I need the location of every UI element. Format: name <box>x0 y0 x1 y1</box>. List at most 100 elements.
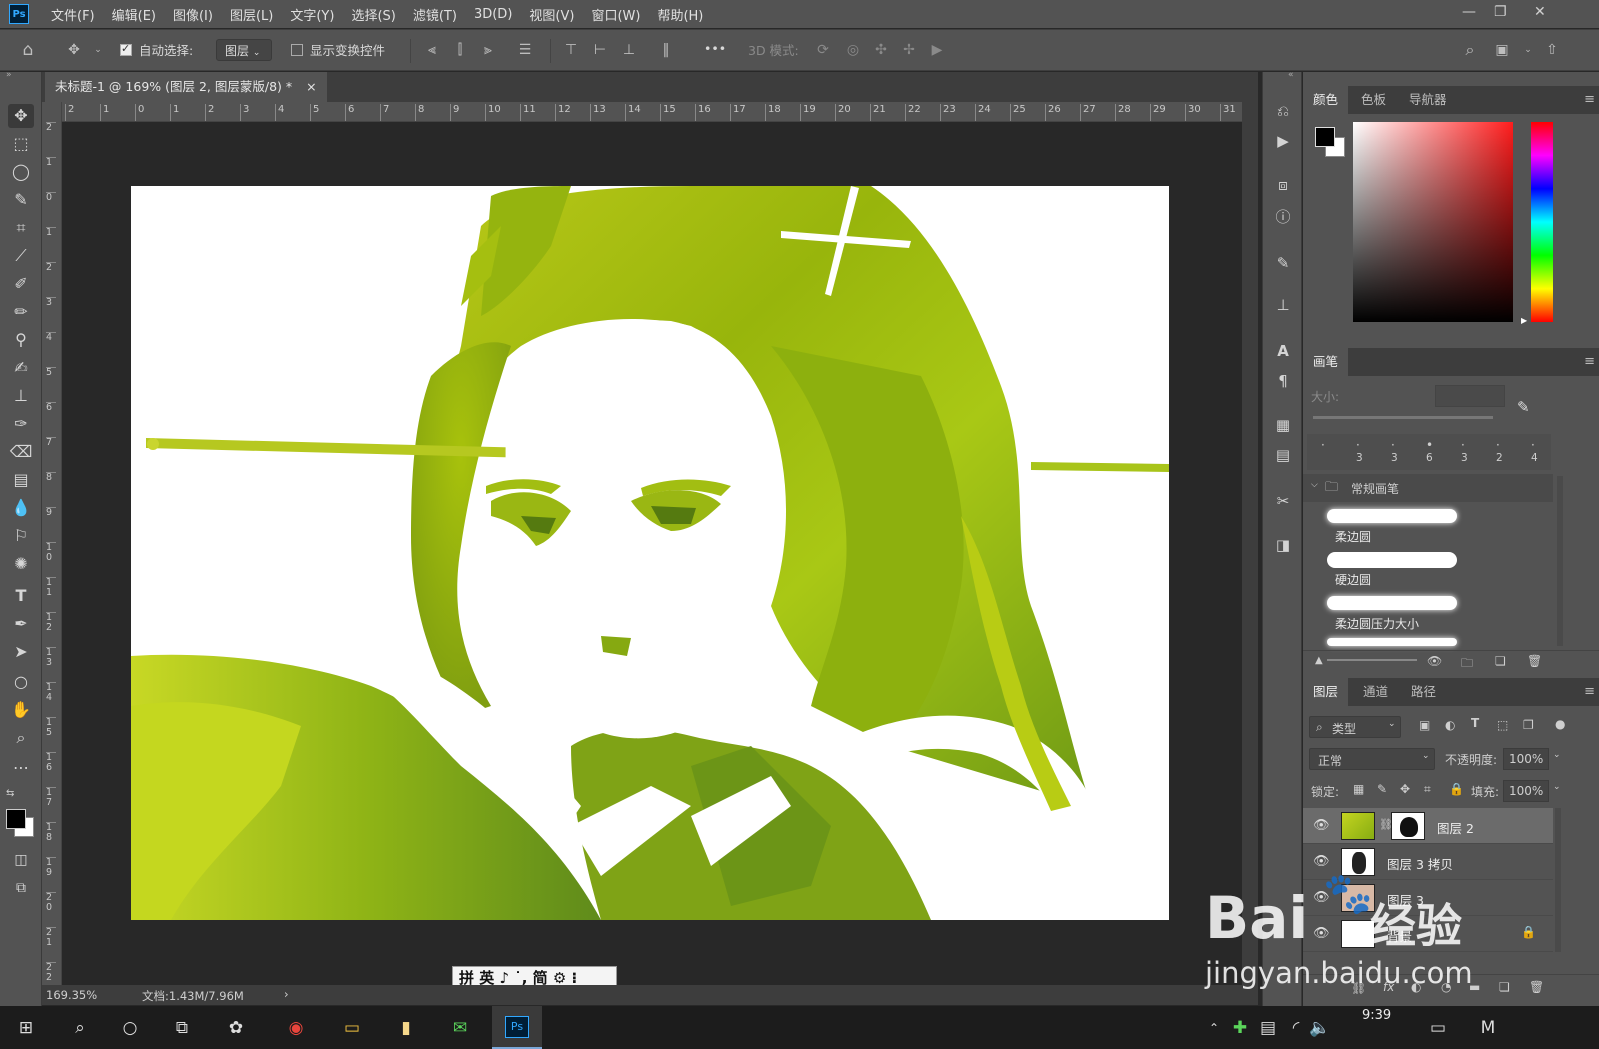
search-icon[interactable]: ⌕ <box>1462 42 1478 58</box>
visibility-eye-icon[interactable]: 👁 <box>1313 890 1330 905</box>
layer-row-layer2[interactable]: 👁 ⛓ 图层 2 <box>1303 808 1553 844</box>
filter-shape-icon[interactable]: ⬚ <box>1497 718 1508 732</box>
menu-type[interactable]: 文字(Y) <box>290 5 334 24</box>
home-icon[interactable]: ⌂ <box>20 42 36 59</box>
align-hcenter-icon[interactable]: ⫿ <box>452 42 468 58</box>
link-layers-icon[interactable]: ⛓ <box>1351 981 1366 995</box>
recent-brush-1[interactable]: · 3 <box>1342 434 1377 470</box>
chevron-down-icon[interactable]: ⌄ <box>1553 750 1561 760</box>
tab-layers[interactable]: 图层 <box>1303 678 1349 706</box>
layer-row-background[interactable]: 👁 背景 🔒 <box>1303 916 1553 952</box>
share-icon[interactable]: ⇧ <box>1544 42 1560 58</box>
collapse-icon[interactable]: « <box>1288 70 1294 80</box>
recent-brush-0[interactable]: · <box>1307 434 1342 470</box>
brush-preview-pressure[interactable] <box>1327 596 1457 610</box>
align-left-icon[interactable]: ⫷ <box>424 42 440 58</box>
info-icon[interactable]: ⓘ <box>1272 206 1294 228</box>
layers-scrollbar[interactable] <box>1555 808 1561 952</box>
status-menu-arrow[interactable]: › <box>284 987 289 1001</box>
windows-start-icon[interactable]: ⊞ <box>12 1014 40 1042</box>
chevron-down-icon[interactable]: ⌵ <box>1311 480 1318 490</box>
history-brush-tool-icon[interactable]: ✍ <box>8 356 34 380</box>
restore-icon[interactable]: ❐ <box>1494 4 1507 20</box>
quick-select-tool-icon[interactable]: ✎ <box>8 188 34 212</box>
brush-name-soft-round-pressure[interactable]: 柔边圆压力大小 <box>1335 615 1419 632</box>
trash-icon[interactable]: 🗑 <box>1527 654 1542 668</box>
hue-pointer-icon[interactable]: ▶ <box>1521 316 1527 325</box>
filter-toggle-icon[interactable]: ● <box>1555 717 1565 731</box>
layer-filter-dropdown[interactable]: ⌕ 类型 ⌄ <box>1309 716 1401 738</box>
document-tab[interactable]: 未标题-1 @ 169% (图层 2, 图层蒙版/8) * × <box>45 72 327 102</box>
chevron-down-icon[interactable]: ⌄ <box>90 42 106 58</box>
preview-slider[interactable] <box>1327 659 1417 661</box>
show-transform-checkbox[interactable] <box>291 44 303 56</box>
menu-help[interactable]: 帮助(H) <box>657 5 703 24</box>
search-icon[interactable]: ⌕ <box>66 1014 94 1042</box>
menu-window[interactable]: 窗口(W) <box>591 5 640 24</box>
tab-channels[interactable]: 通道 <box>1353 678 1398 706</box>
layer-row-layer3[interactable]: 👁 图层 3 <box>1303 880 1553 916</box>
history-icon[interactable]: ⎌ <box>1272 100 1294 122</box>
menu-image[interactable]: 图像(I) <box>173 5 213 24</box>
align-top-icon[interactable]: ⊤ <box>563 42 579 58</box>
move-tool-preset-icon[interactable]: ✥ <box>66 42 82 58</box>
filter-type-icon[interactable]: T <box>1471 716 1479 730</box>
lock-pixels-icon[interactable]: ✎ <box>1377 782 1387 796</box>
tool-presets-icon[interactable]: ✂ <box>1272 490 1294 512</box>
tab-swatches[interactable]: 色板 <box>1351 86 1396 114</box>
recent-brush-4[interactable]: · 3 <box>1447 434 1482 470</box>
vertical-scrollbar[interactable] <box>1242 102 1258 985</box>
menu-select[interactable]: 选择(S) <box>351 5 395 24</box>
color-picker-field[interactable] <box>1353 122 1513 322</box>
eyedropper-tool-icon[interactable]: ⟋ <box>8 244 34 268</box>
layer-name[interactable]: 图层 2 <box>1437 818 1474 837</box>
character-icon[interactable]: A <box>1272 340 1294 362</box>
dodge-tool-icon[interactable]: ⚐ <box>8 524 34 548</box>
brush-name-soft-round[interactable]: 柔边圆 <box>1335 528 1371 545</box>
3d-pan-icon[interactable]: ✣ <box>873 42 889 58</box>
type-tool-icon[interactable]: T <box>8 584 34 608</box>
artwork-canvas[interactable] <box>131 186 1169 920</box>
chevron-down-icon[interactable]: ⌄ <box>1520 42 1536 58</box>
marquee-tool-icon[interactable]: ⬚ <box>8 132 34 156</box>
brush-name-hard-round[interactable]: 硬边圆 <box>1335 571 1371 588</box>
layer-name[interactable]: 图层 3 拷贝 <box>1387 854 1453 873</box>
visibility-eye-icon[interactable]: 👁 <box>1313 926 1330 941</box>
panel-menu-icon[interactable]: ≡ <box>1584 92 1595 107</box>
opacity-input[interactable]: 100% <box>1503 748 1549 770</box>
screen-mode-icon[interactable]: ⧉ <box>8 876 34 900</box>
toggle-visibility-icon[interactable]: 👁 <box>1427 654 1442 668</box>
3d-panel-icon[interactable]: ⧈ <box>1272 174 1294 196</box>
lock-all-icon[interactable]: 🔒 <box>1449 782 1464 796</box>
brush-settings-icon[interactable]: ✎ <box>1272 252 1294 274</box>
lock-transparent-icon[interactable]: ▦ <box>1353 782 1364 796</box>
cortana-icon[interactable]: ○ <box>116 1014 144 1042</box>
brush-size-input[interactable] <box>1435 385 1505 407</box>
clock-time[interactable]: 9:39 <box>1362 1008 1391 1023</box>
new-group-icon[interactable]: ▬ <box>1469 980 1480 994</box>
visibility-eye-icon[interactable]: 👁 <box>1313 854 1330 869</box>
recent-brush-5[interactable]: · 2 <box>1482 434 1517 470</box>
collapse-icon[interactable]: » <box>6 70 12 80</box>
minimize-icon[interactable]: — <box>1462 4 1476 20</box>
menu-3d[interactable]: 3D(D) <box>474 7 512 22</box>
blend-mode-dropdown[interactable]: 正常 ⌄ <box>1309 748 1435 770</box>
auto-select-checkbox[interactable] <box>120 42 132 56</box>
3d-slide-icon[interactable]: ✢ <box>901 42 917 58</box>
quick-mask-icon[interactable]: ◫ <box>8 848 34 872</box>
distribute-icon[interactable]: ☰ <box>517 42 533 58</box>
task-view-icon[interactable]: ⧉ <box>168 1014 196 1042</box>
filter-smart-object-icon[interactable]: ❐ <box>1523 718 1534 732</box>
brush-folder-row[interactable]: ⌵ 🗀 常规画笔 <box>1303 474 1553 502</box>
tray-expand-icon[interactable]: ⌃ <box>1200 1014 1228 1042</box>
chrome-icon[interactable]: ◉ <box>282 1014 310 1042</box>
tab-brushes[interactable]: 画笔 <box>1303 348 1349 376</box>
layer-row-layer3-copy[interactable]: 👁 图层 3 拷贝 <box>1303 844 1553 880</box>
recent-brush-3[interactable]: • 6 <box>1412 434 1447 470</box>
sponge-tool-icon[interactable]: ✺ <box>8 552 34 576</box>
new-brush-icon[interactable]: ✎ <box>1517 398 1530 416</box>
auto-select-target-dropdown[interactable]: 图层 ⌄ <box>216 39 272 61</box>
crop-tool-icon[interactable]: ⌗ <box>8 216 34 240</box>
paragraph-icon[interactable]: ¶ <box>1272 370 1294 392</box>
menu-view[interactable]: 视图(V) <box>529 5 574 24</box>
